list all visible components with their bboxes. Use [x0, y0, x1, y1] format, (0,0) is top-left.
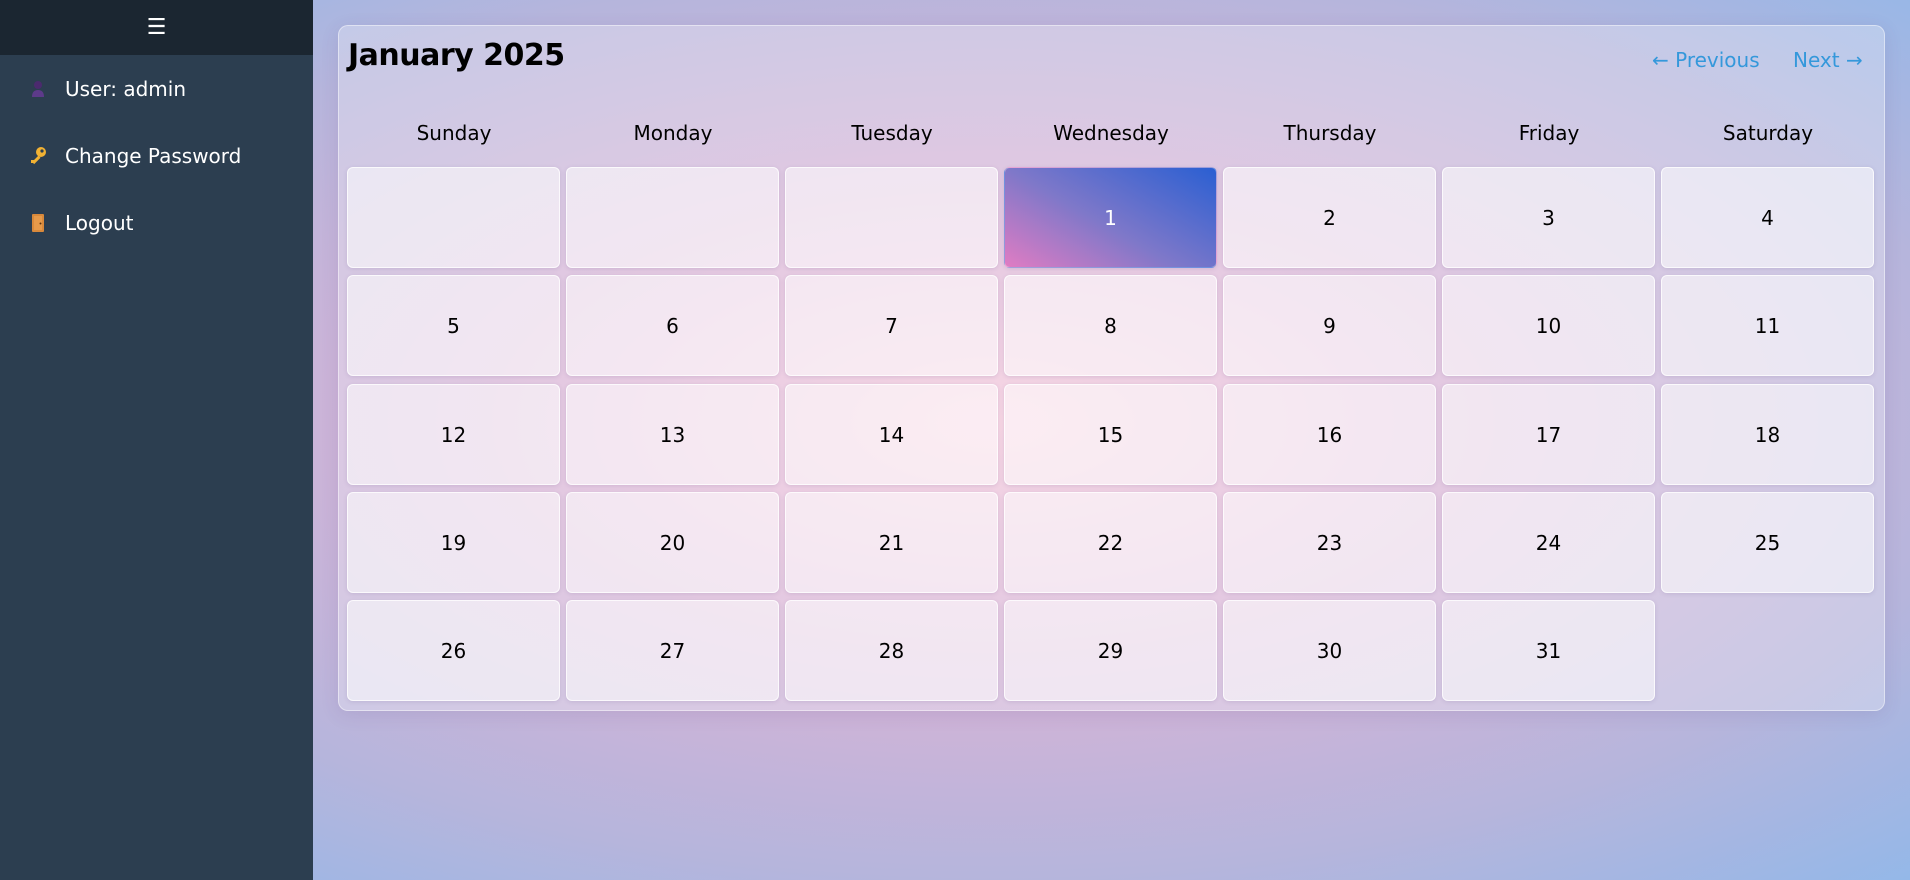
day-cell[interactable]: 15	[1004, 384, 1217, 485]
day-cell[interactable]: 23	[1223, 492, 1436, 593]
day-cell[interactable]: 5	[347, 275, 560, 376]
day-cell[interactable]: 24	[1442, 492, 1655, 593]
day-cell[interactable]: 12	[347, 384, 560, 485]
day-cell[interactable]: 11	[1661, 275, 1874, 376]
day-cell[interactable]: 31	[1442, 600, 1655, 701]
weekday-header-wednesday: Wednesday	[1053, 121, 1169, 145]
calendar-panel: January 2025 ← Previous Next → Sunday Mon…	[338, 25, 1885, 711]
day-cell[interactable]: 22	[1004, 492, 1217, 593]
sidebar-item-change-password[interactable]: Change Password	[0, 122, 313, 189]
day-cell[interactable]: 17	[1442, 384, 1655, 485]
menu-toggle-button[interactable]: ☰	[0, 0, 313, 55]
day-cell[interactable]: 13	[566, 384, 779, 485]
weekday-header-thursday: Thursday	[1283, 121, 1377, 145]
day-cell[interactable]: 16	[1223, 384, 1436, 485]
day-cell[interactable]: 7	[785, 275, 998, 376]
sidebar-item-label: Change Password	[65, 143, 242, 168]
door-icon	[28, 213, 48, 233]
day-cell-today[interactable]: 1	[1004, 167, 1217, 268]
weekday-header-saturday: Saturday	[1722, 121, 1814, 145]
empty-day-cell	[785, 167, 998, 268]
sidebar: ☰ User: admin Change Password Logout	[0, 0, 313, 880]
empty-day-cell	[347, 167, 560, 268]
day-cell[interactable]: 19	[347, 492, 560, 593]
day-cell[interactable]: 21	[785, 492, 998, 593]
weekday-header-tuesday: Tuesday	[851, 121, 933, 145]
next-month-link[interactable]: Next →	[1793, 48, 1863, 72]
weekday-header-monday: Monday	[633, 121, 713, 145]
weekday-header-friday: Friday	[1518, 121, 1580, 145]
key-icon	[28, 146, 48, 166]
user-icon	[28, 79, 48, 99]
hamburger-icon: ☰	[146, 15, 167, 40]
day-cell[interactable]: 18	[1661, 384, 1874, 485]
day-cell[interactable]: 25	[1661, 492, 1874, 593]
day-cell[interactable]: 2	[1223, 167, 1436, 268]
day-cell[interactable]: 29	[1004, 600, 1217, 701]
day-cell[interactable]: 30	[1223, 600, 1436, 701]
day-cell[interactable]: 10	[1442, 275, 1655, 376]
day-cell[interactable]: 26	[347, 600, 560, 701]
day-cell[interactable]: 14	[785, 384, 998, 485]
sidebar-item-label: Logout	[65, 210, 134, 235]
day-cell[interactable]: 28	[785, 600, 998, 701]
day-cell[interactable]: 9	[1223, 275, 1436, 376]
day-cell[interactable]: 3	[1442, 167, 1655, 268]
day-cell[interactable]: 20	[566, 492, 779, 593]
day-cell[interactable]: 27	[566, 600, 779, 701]
previous-month-link[interactable]: ← Previous	[1652, 48, 1760, 72]
day-cell[interactable]: 6	[566, 275, 779, 376]
sidebar-item-user[interactable]: User: admin	[0, 55, 313, 122]
empty-day-cell	[566, 167, 779, 268]
sidebar-item-label: User: admin	[65, 76, 186, 101]
day-cell[interactable]: 4	[1661, 167, 1874, 268]
weekday-header-sunday: Sunday	[416, 121, 492, 145]
sidebar-item-logout[interactable]: Logout	[0, 189, 313, 256]
day-cell[interactable]: 8	[1004, 275, 1217, 376]
calendar-title: January 2025	[348, 38, 565, 73]
